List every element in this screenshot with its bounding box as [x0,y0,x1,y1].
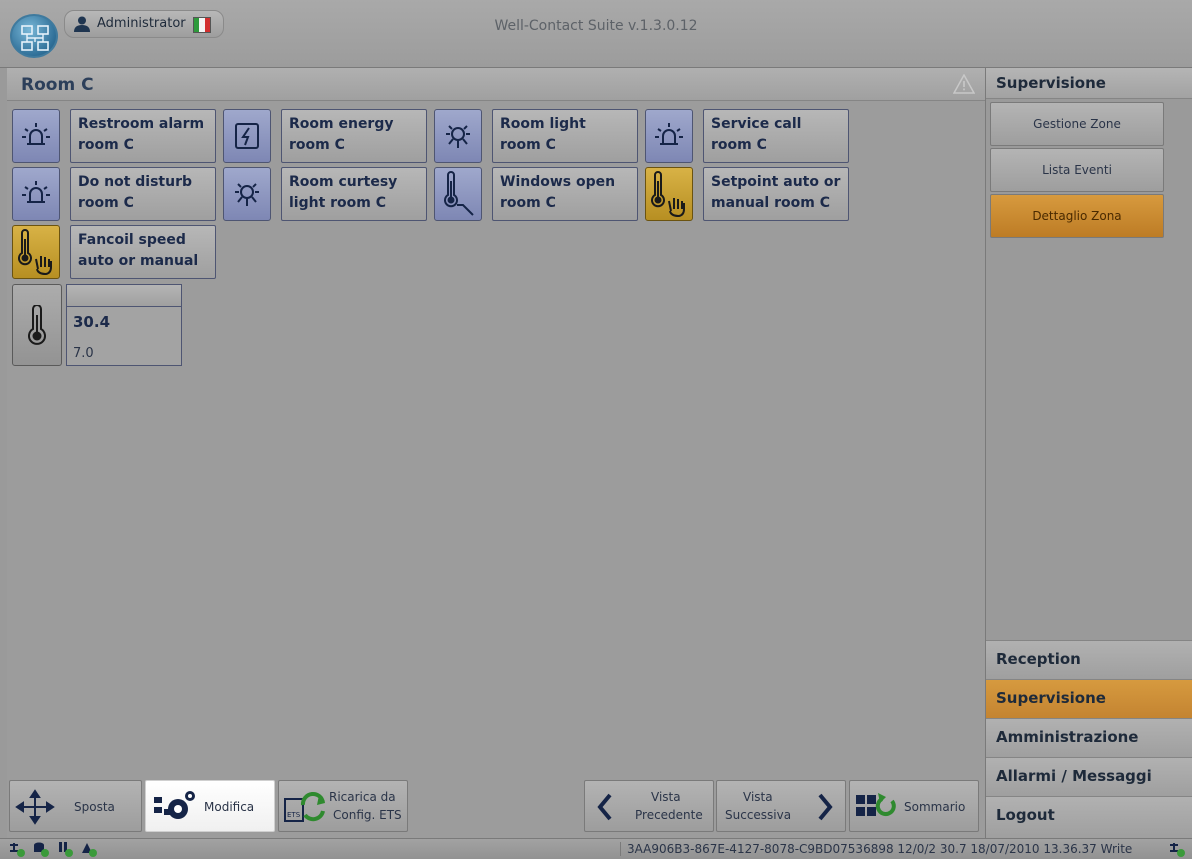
ricarica-button[interactable]: ETS Ricarica da Config. ETS [278,780,408,832]
temperature-sensor[interactable] [12,284,62,366]
device-label: Room light room C [492,109,638,163]
temperature-panel-header [67,285,181,307]
device-label: Windows open room C [492,167,638,221]
reload-ets-icon: ETS [284,792,325,822]
move-arrows-icon [15,789,55,825]
warning-icon[interactable] [953,74,975,94]
vista-precedente-line1: Vista [651,790,681,804]
bulb-icon [223,167,271,221]
ricarica-label-line2: Config. ETS [333,808,402,822]
database-status-icon [34,842,49,857]
thermometer-status-icon [59,842,73,857]
alarm-status-icon [82,843,97,857]
window-thermometer-icon [434,167,482,221]
device-label: Restroom alarm room C [70,109,216,163]
vista-successiva-line1: Vista [743,790,773,804]
device-label: Room curtesy light room C [281,167,427,221]
modifica-button[interactable]: Modifica [145,780,275,832]
alarm-light-icon [645,109,693,163]
status-text: 3AA906B3-867E-4127-8078-C9BD07536898 12/… [620,842,1132,856]
sommario-button[interactable]: Sommario [849,780,979,832]
page-title: Room C [21,75,94,95]
gestione-zone-button[interactable]: Gestione Zone [990,102,1164,146]
device-label: Service call room C [703,109,849,163]
device-label: Fancoil speed auto or manual [70,225,216,279]
ricarica-label-line1: Ricarica da [329,790,396,804]
summary-icon [856,793,896,817]
panel-header-label: Supervisione [996,74,1106,92]
vista-successiva-line2: Successiva [725,808,792,822]
status-icons [8,841,98,857]
network-status-icon [10,843,25,857]
app-title: Well-Contact Suite v.1.3.0.12 [494,18,698,34]
bulb-icon [434,109,482,163]
sposta-button[interactable]: Sposta [9,780,142,832]
connection-status-icon [1170,843,1185,857]
chevron-right-icon [818,793,833,821]
device-label: Setpoint auto or manual room C [703,167,849,221]
bottom-toolbar: Sposta Modifica ETS Ricarica da Config. … [7,778,985,836]
nav-allarmi-messaggi[interactable]: Allarmi / Messaggi [986,757,1192,796]
temperature-value: 30.4 [73,313,111,331]
sommario-label: Sommario [904,800,966,814]
thermometer-hand-icon [12,225,60,279]
svg-text:ETS: ETS [287,811,301,819]
temperature-secondary: 7.0 [73,346,94,361]
edit-gear-icon [154,791,195,819]
main-area: Room C Restroom alarm room C Room energy… [7,68,985,838]
device-label: Room energy room C [281,109,427,163]
nav-amministrazione[interactable]: Amministrazione [986,718,1192,757]
nav-logout[interactable]: Logout [986,796,1192,838]
chevron-left-icon [597,793,612,821]
status-bar: 3AA906B3-867E-4127-8078-C9BD07536898 12/… [0,838,1192,859]
device-label: Do not disturb room C [70,167,216,221]
modifica-label: Modifica [204,800,255,814]
room-header: Room C [7,68,985,101]
title-bar: Administrator Well-Contact Suite v.1.3.0… [0,0,1192,68]
nav-supervisione[interactable]: Supervisione [986,679,1192,718]
vista-precedente-line2: Precedente [635,808,703,822]
alarm-light-icon [12,167,60,221]
thermometer-hand-icon [645,167,693,221]
lista-eventi-button[interactable]: Lista Eventi [990,148,1164,192]
sposta-label: Sposta [74,800,115,814]
dettaglio-zona-button[interactable]: Dettaglio Zona [990,194,1164,238]
alarm-light-icon [12,109,60,163]
right-panel: Supervisione Gestione Zone Lista Eventi … [985,68,1192,838]
panel-header: Supervisione [986,68,1192,99]
thermometer-icon [28,305,46,345]
energy-icon [223,109,271,163]
vista-successiva-button[interactable]: Vista Successiva [716,780,846,832]
nav-reception[interactable]: Reception [986,640,1192,679]
temperature-panel: 30.4 7.0 [66,284,182,366]
vista-precedente-button[interactable]: Vista Precedente [584,780,714,832]
